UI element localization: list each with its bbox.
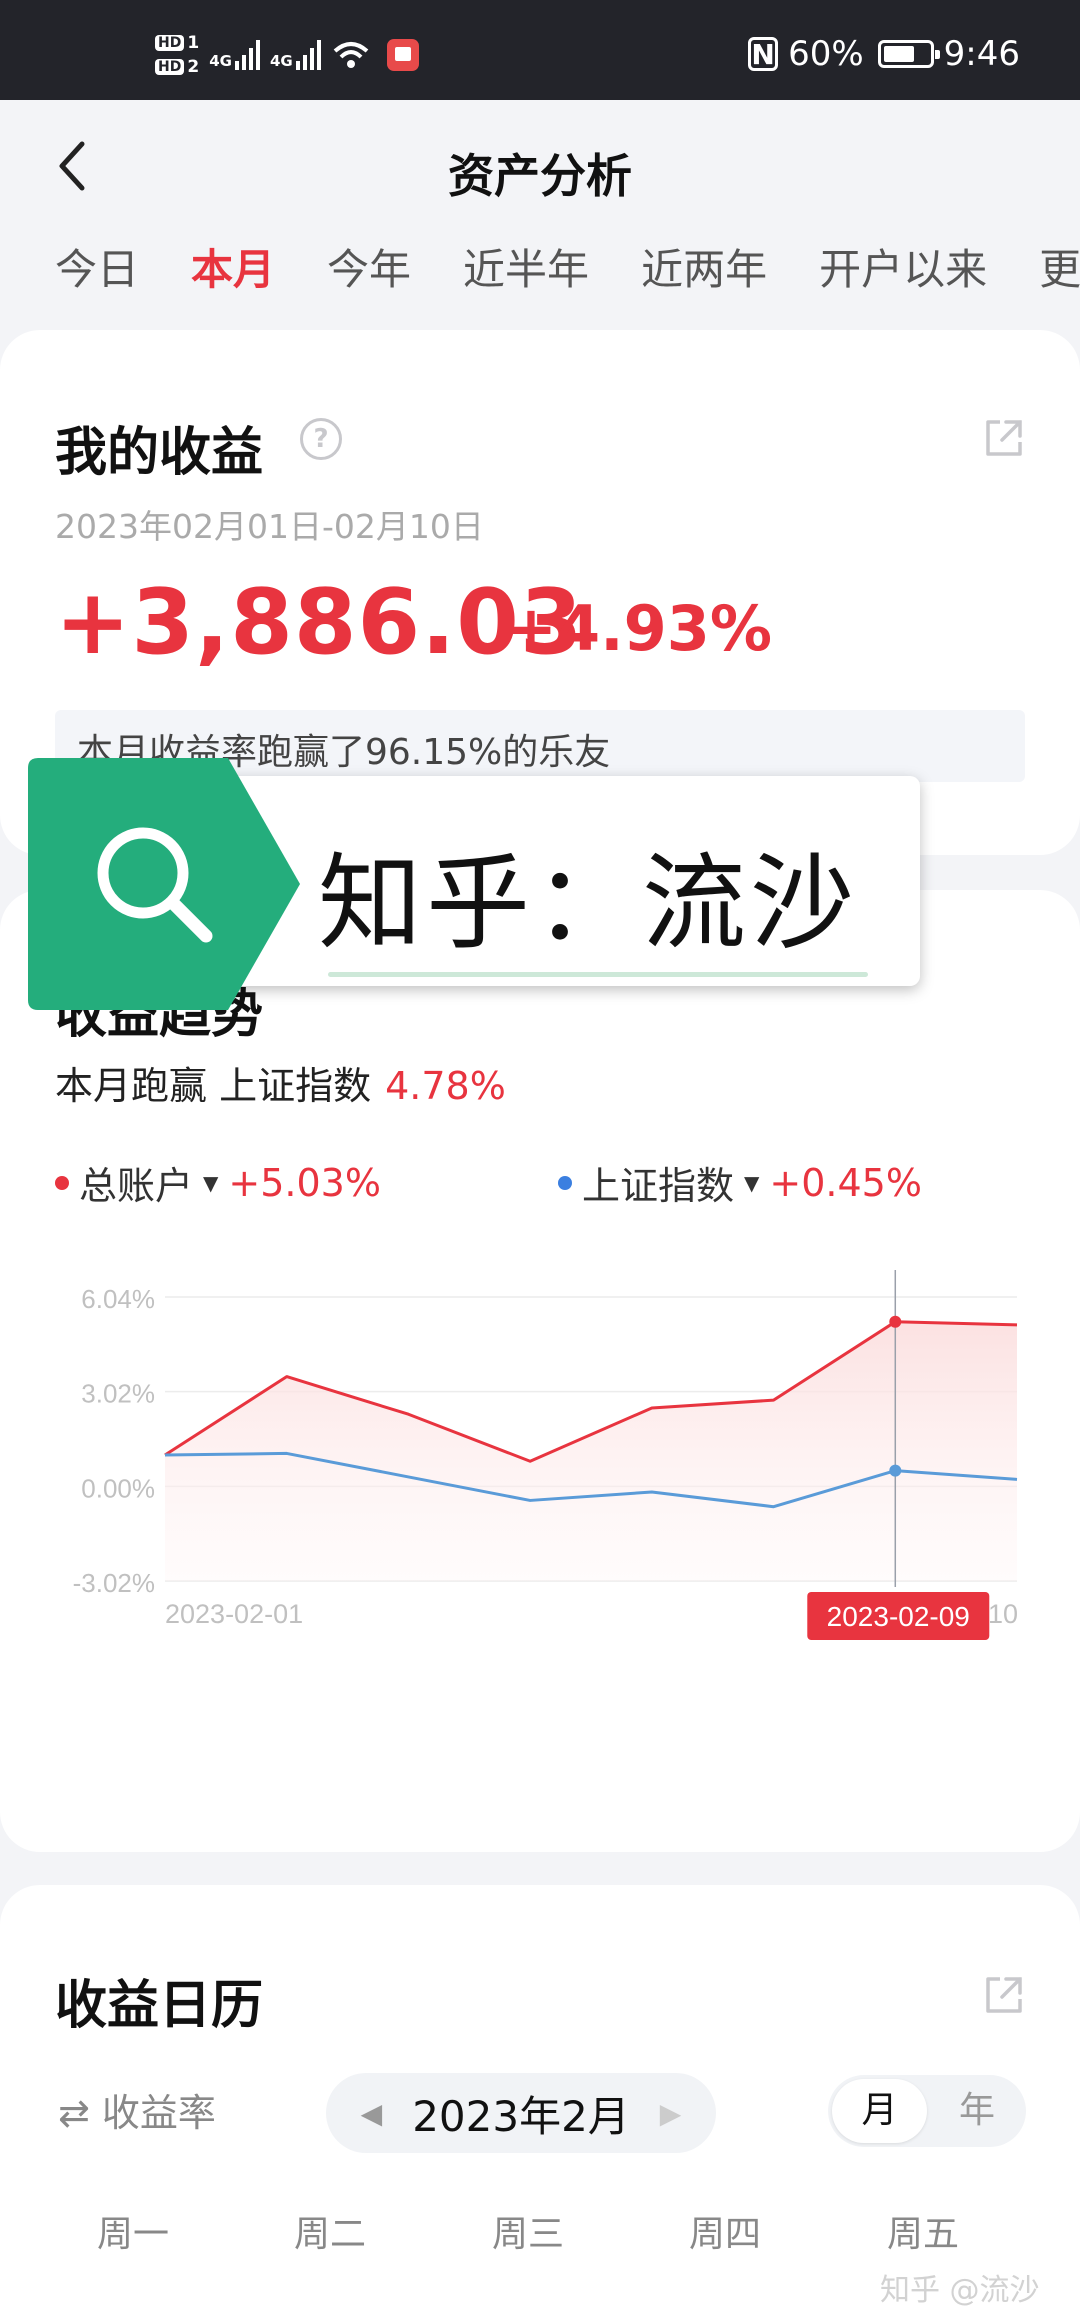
period-tabs: 今日 本月 今年 近半年 近两年 开户以来更	[0, 230, 1080, 320]
battery-icon	[877, 40, 940, 68]
sim-1-label: 1	[187, 33, 200, 53]
clock: 9:46	[943, 34, 1020, 74]
month-label: 2023年2月	[412, 2091, 630, 2141]
weekday-3: 周四	[688, 2214, 761, 2255]
y-tick-label-1: 3.02%	[81, 1379, 155, 1409]
rate-toggle-button[interactable]: ⇄ 收益率	[58, 2082, 216, 2137]
y-tick-label-2: 0.00%	[81, 1473, 155, 1503]
weekday-1: 周二	[293, 2214, 366, 2255]
tab-2[interactable]: 今年	[327, 230, 411, 320]
share-icon[interactable]	[982, 1973, 1026, 2017]
segment-year[interactable]: 年	[932, 2079, 1022, 2143]
y-tick-label-0: 6.04%	[81, 1284, 155, 1314]
hd-badge-2: HD	[155, 59, 185, 75]
dropdown-arrow-icon: ▼	[744, 1170, 760, 1195]
zhihu-watermark: 知乎 @流沙	[880, 2273, 1040, 2308]
net-type-2: 4G	[269, 52, 293, 70]
status-left: HD 1 HD 2 4G 4G	[155, 30, 419, 80]
tab-0[interactable]: 今日	[55, 230, 139, 320]
help-icon[interactable]: ?	[300, 418, 342, 460]
search-icon	[28, 758, 300, 1010]
x-label-start: 2023-02-01	[165, 1599, 303, 1629]
trend-card: 收益趋势 本月跑赢 上证指数 4.78% 总账户 ▼ +5.03% 上证指数 ▼ …	[0, 890, 1080, 1852]
legend-shanghai-index[interactable]: 上证指数 ▼ +0.45%	[558, 1155, 922, 1210]
sim-2-label: 2	[187, 57, 200, 77]
beat-index-label: 本月跑赢 上证指数	[55, 1064, 372, 1108]
trend-chart[interactable]: 6.04%3.02%0.00%-3.02%2023-02-012023-02-1…	[0, 1270, 1080, 1700]
highlight-date-label: 2023-02-09	[827, 1601, 970, 1632]
tab-4[interactable]: 近两年	[641, 230, 767, 320]
calendar-title: 收益日历	[55, 1976, 264, 2036]
overlay-underline	[328, 972, 868, 977]
legend-index-name: 上证指数	[582, 1164, 735, 1208]
weekday-0: 周一	[96, 2214, 169, 2255]
period-segment: 月 年	[828, 2075, 1026, 2147]
sim-indicators: HD 1 HD 2	[155, 33, 199, 77]
weekday-4: 周五	[886, 2214, 959, 2255]
legend-total-account[interactable]: 总账户 ▼ +5.03%	[55, 1155, 381, 1210]
y-tick-label-3: -3.02%	[73, 1568, 155, 1598]
tab-1[interactable]: 本月	[191, 230, 275, 320]
legend-total-name: 总账户	[79, 1164, 194, 1208]
weekday-2: 周三	[491, 2214, 564, 2255]
segment-month[interactable]: 月	[832, 2079, 927, 2143]
beat-index-line: 本月跑赢 上证指数 4.78%	[55, 1055, 506, 1110]
next-month-icon[interactable]: ▶	[660, 2097, 682, 2130]
hd-badge-1: HD	[155, 35, 185, 51]
earnings-title: 我的收益	[55, 423, 264, 483]
overlay-text: 知乎：流沙	[318, 842, 859, 964]
beat-index-value: 4.78%	[385, 1064, 506, 1108]
signal-bars-2-icon	[295, 40, 321, 70]
legend-dot-blue	[558, 1175, 572, 1190]
app-header: 资产分析	[0, 100, 1080, 230]
status-right: N 60% 9:46	[748, 34, 1020, 74]
notification-app-icon	[386, 39, 419, 71]
signal-1: 4G	[209, 40, 260, 70]
status-bar: HD 1 HD 2 4G 4G N 60% 9:46	[0, 0, 1080, 100]
dropdown-arrow-icon: ▼	[203, 1170, 219, 1195]
calendar-card: 收益日历 ⇄ 收益率 ◀ 2023年2月 ▶ 月 年 周一 周二 周三 周四 周五	[0, 1885, 1080, 2310]
signal-2: 4G	[270, 40, 321, 70]
wifi-icon	[333, 42, 369, 68]
legend-total-value: +5.03%	[228, 1160, 381, 1205]
battery-percent: 60%	[788, 34, 864, 74]
legend-dot-red	[55, 1175, 69, 1190]
point-1-6	[889, 1464, 902, 1477]
signal-bars-1-icon	[234, 40, 260, 70]
point-0-6	[889, 1315, 902, 1328]
legend-index-value: +0.45%	[769, 1160, 922, 1205]
page-title: 资产分析	[448, 149, 632, 203]
earnings-percent: +4.93%	[505, 592, 773, 665]
nfc-icon: N	[748, 37, 779, 71]
date-range: 2023年02月01日-02月10日	[55, 507, 484, 546]
tab-6[interactable]: 更	[1039, 230, 1080, 320]
tab-5[interactable]: 开户以来	[819, 230, 987, 320]
net-type-1: 4G	[209, 52, 232, 70]
zhihu-overlay-banner: 知乎：流沙	[28, 758, 920, 1010]
series-area-total	[165, 1321, 1017, 1581]
tab-3[interactable]: 近半年	[463, 230, 589, 320]
share-icon[interactable]	[982, 416, 1026, 460]
prev-month-icon[interactable]: ◀	[361, 2097, 383, 2130]
month-selector: ◀ 2023年2月 ▶	[326, 2073, 716, 2153]
